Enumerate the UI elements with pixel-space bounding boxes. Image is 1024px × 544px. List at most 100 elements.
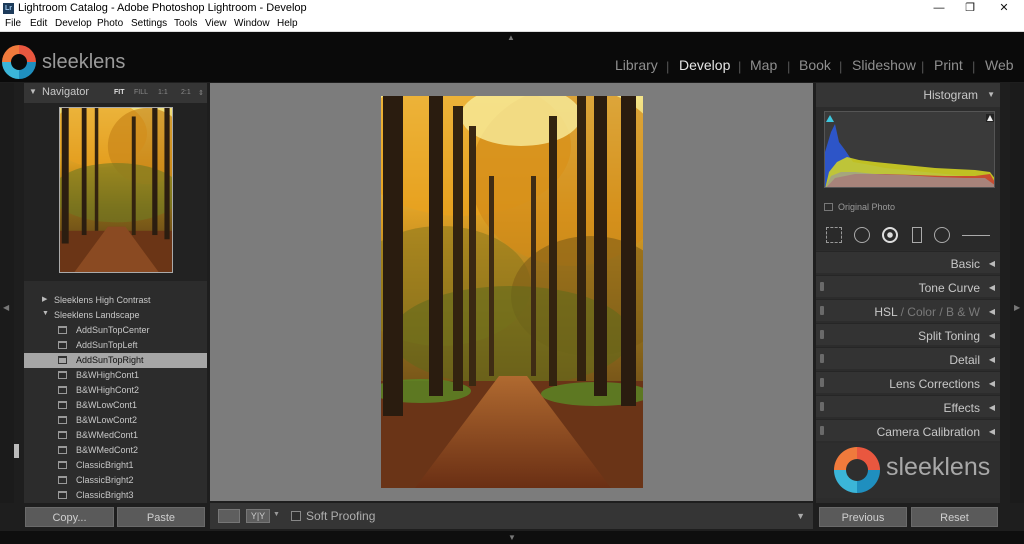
soft-proofing-checkbox[interactable] <box>291 511 301 521</box>
tab-hsl[interactable]: HSL <box>874 305 897 319</box>
preset-item[interactable]: B&WMedCont2 <box>24 443 207 458</box>
close-button[interactable]: ✕ <box>989 1 1019 16</box>
minimize-button[interactable]: — <box>924 1 954 16</box>
preset-item[interactable]: ClassicBright2 <box>24 473 207 488</box>
module-print[interactable]: Print <box>934 57 963 73</box>
section-lens-corrections[interactable]: Lens Corrections ◀ <box>816 371 1000 393</box>
zoom-2-1[interactable]: 2:1 <box>181 89 191 96</box>
section-collapse-icon[interactable]: ◀ <box>989 259 995 268</box>
preset-scrollbar-thumb[interactable] <box>14 444 19 458</box>
preset-item[interactable]: ClassicBright3 <box>24 488 207 503</box>
navigator-collapse-icon[interactable]: ▼ <box>29 87 37 96</box>
zoom-fit[interactable]: FIT <box>114 89 125 96</box>
section-tone-curve[interactable]: Tone Curve ◀ <box>816 275 1000 297</box>
menu-tools[interactable]: Tools <box>174 18 197 29</box>
section-grip-icon[interactable] <box>820 282 824 291</box>
section-effects[interactable]: Effects ◀ <box>816 395 1000 417</box>
preset-item[interactable]: AddSunTopCenter <box>24 323 207 338</box>
before-after-button[interactable]: Y|Y <box>246 509 270 523</box>
menu-photo[interactable]: Photo <box>97 18 123 29</box>
preset-item[interactable]: B&WLowCont1 <box>24 398 207 413</box>
red-eye-correction-icon[interactable] <box>882 227 898 243</box>
tab-color[interactable]: Color <box>907 305 936 319</box>
preset-item[interactable]: B&WLowCont2 <box>24 413 207 428</box>
left-panel-toggle-icon[interactable]: ◀ <box>3 303 9 312</box>
histogram-header[interactable]: Histogram ▼ <box>816 83 1000 107</box>
zoom-fill[interactable]: FILL <box>134 89 148 96</box>
histogram-collapse-icon[interactable]: ▼ <box>987 90 995 99</box>
navigator-preview-thumbnail[interactable] <box>59 107 173 273</box>
filmstrip-toggle-icon[interactable]: ▼ <box>508 533 516 542</box>
previous-settings-button[interactable]: Previous <box>819 507 907 527</box>
spot-removal-icon[interactable] <box>854 227 870 243</box>
section-grip-icon[interactable] <box>820 306 824 315</box>
section-grip-icon[interactable] <box>820 402 824 411</box>
module-slideshow[interactable]: Slideshow <box>852 57 916 73</box>
section-detail[interactable]: Detail ◀ <box>816 347 1000 369</box>
zoom-1-1[interactable]: 1:1 <box>158 89 168 96</box>
adjustment-brush-icon[interactable] <box>962 227 990 236</box>
preset-folder-landscape[interactable]: ▼ Sleeklens Landscape <box>24 308 207 323</box>
module-library[interactable]: Library <box>615 57 658 73</box>
module-develop[interactable]: Develop <box>679 57 730 73</box>
maximize-button[interactable]: ❐ <box>955 1 985 16</box>
module-book[interactable]: Book <box>799 57 831 73</box>
menu-window[interactable]: Window <box>234 18 270 29</box>
tab-bw[interactable]: B & W <box>946 305 980 319</box>
radial-filter-icon[interactable] <box>934 227 950 243</box>
graduated-filter-icon[interactable] <box>912 227 922 243</box>
preset-item[interactable]: B&WMedCont1 <box>24 428 207 443</box>
top-panel-toggle-icon[interactable]: ▲ <box>507 33 515 42</box>
menu-view[interactable]: View <box>205 18 227 29</box>
right-panel-toggle-icon[interactable]: ▶ <box>1014 303 1020 312</box>
reset-button[interactable]: Reset <box>911 507 998 527</box>
zoom-more-icon[interactable]: ⇕ <box>198 89 204 97</box>
section-collapse-icon[interactable]: ◀ <box>989 307 995 316</box>
section-camera-calibration[interactable]: Camera Calibration ◀ <box>816 419 1000 441</box>
preset-item[interactable]: AddSunTopLeft <box>24 338 207 353</box>
main-photo[interactable] <box>381 96 643 488</box>
before-after-dropdown-icon[interactable]: ▼ <box>273 511 280 518</box>
section-grip-icon[interactable] <box>820 426 824 435</box>
section-collapse-icon[interactable]: ◀ <box>989 427 995 436</box>
navigator-header[interactable]: ▼ Navigator FIT FILL 1:1 2:1 ⇕ <box>24 83 207 103</box>
histogram-graph[interactable] <box>824 111 995 188</box>
menu-develop[interactable]: Develop <box>55 18 92 29</box>
section-collapse-icon[interactable]: ◀ <box>989 283 995 292</box>
section-hsl[interactable]: HSL / Color / B & W ◀ <box>816 299 1000 321</box>
module-map[interactable]: Map <box>750 57 777 73</box>
preset-item[interactable]: B&WHighCont2 <box>24 383 207 398</box>
photo-canvas[interactable] <box>210 83 813 501</box>
menu-settings[interactable]: Settings <box>131 18 167 29</box>
section-label: Detail <box>949 353 980 367</box>
preset-icon <box>58 356 67 364</box>
paste-settings-button[interactable]: Paste <box>117 507 205 527</box>
copy-settings-button[interactable]: Copy... <box>25 507 114 527</box>
folder-collapsed-icon: ▶ <box>42 296 48 303</box>
crop-overlay-icon[interactable] <box>826 227 842 243</box>
section-label: Basic <box>950 257 980 271</box>
section-collapse-icon[interactable]: ◀ <box>989 355 995 364</box>
section-collapse-icon[interactable]: ◀ <box>989 331 995 340</box>
preset-icon <box>58 341 67 349</box>
loupe-view-button[interactable] <box>218 509 240 523</box>
section-collapse-icon[interactable]: ◀ <box>989 379 995 388</box>
section-grip-icon[interactable] <box>820 330 824 339</box>
toolbar-options-dropdown-icon[interactable]: ▼ <box>796 511 805 521</box>
soft-proofing-label[interactable]: Soft Proofing <box>306 509 375 523</box>
preset-item[interactable]: ClassicBright1 <box>24 458 207 473</box>
module-web[interactable]: Web <box>985 57 1014 73</box>
section-grip-icon[interactable] <box>820 354 824 363</box>
section-grip-icon[interactable] <box>820 378 824 387</box>
preset-item[interactable]: B&WHighCont1 <box>24 368 207 383</box>
preset-label: ClassicBright3 <box>76 490 134 500</box>
section-split-toning[interactable]: Split Toning ◀ <box>816 323 1000 345</box>
left-panel-edge: ◀ <box>0 83 14 503</box>
preset-folder-high-contrast[interactable]: ▶ Sleeklens High Contrast <box>24 293 207 308</box>
menu-edit[interactable]: Edit <box>30 18 47 29</box>
preset-item-selected[interactable]: AddSunTopRight <box>24 353 207 368</box>
section-collapse-icon[interactable]: ◀ <box>989 403 995 412</box>
menu-help[interactable]: Help <box>277 18 298 29</box>
menu-file[interactable]: File <box>5 18 21 29</box>
section-basic[interactable]: Basic ◀ <box>816 251 1000 273</box>
